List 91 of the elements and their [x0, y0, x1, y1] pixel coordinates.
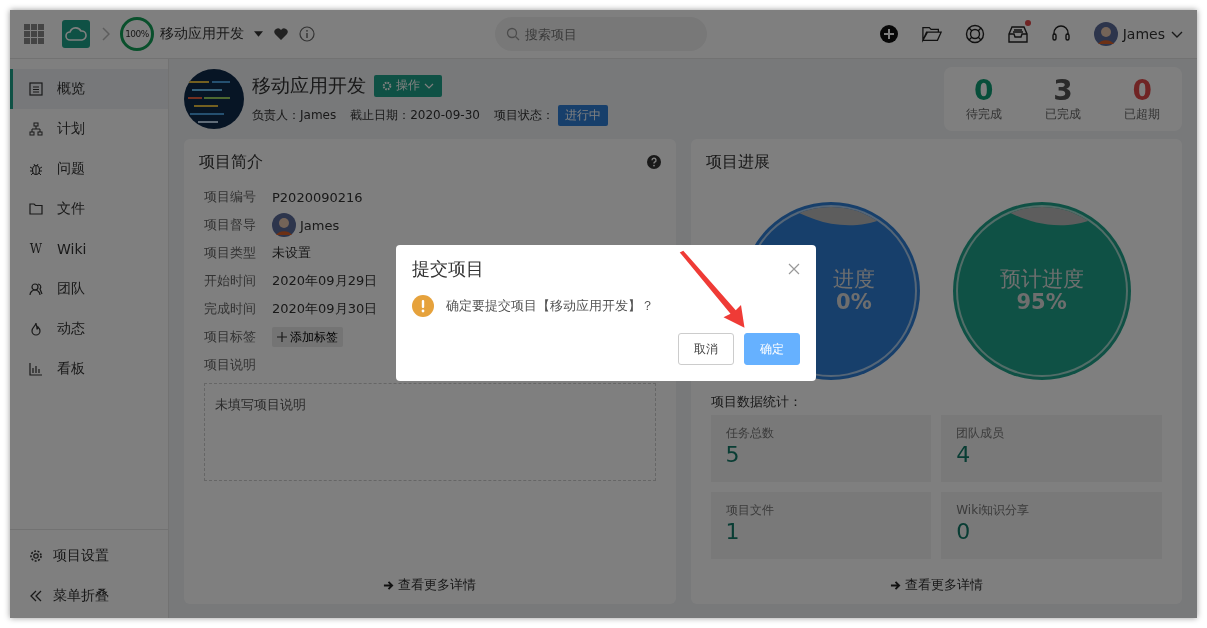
field-value: P2020090216	[272, 189, 363, 205]
counter-label: 已超期	[1124, 105, 1161, 123]
meta-text: 负责人：James	[252, 106, 337, 124]
confirm-button[interactable]: 确定	[744, 333, 800, 365]
sidebar-item[interactable]: W Wiki	[10, 229, 168, 269]
sidebar-item[interactable]: 概览	[10, 69, 168, 109]
stat-value: 4	[956, 442, 972, 467]
status-badge: 进行中	[557, 104, 608, 126]
stats-title: 项目数据统计：	[710, 393, 803, 411]
chevron-down-icon[interactable]	[1171, 30, 1183, 38]
field-value: 2020年09月30日	[272, 300, 378, 318]
project-name[interactable]: 移动应用开发	[160, 25, 244, 43]
more-details-link[interactable]: 查看更多详情	[383, 576, 477, 594]
headset-icon[interactable]	[1050, 24, 1071, 44]
search-field[interactable]: 搜索项目	[495, 17, 707, 51]
folder-icon[interactable]	[921, 24, 942, 44]
field-label: 完成时间	[204, 300, 257, 318]
inbox-icon[interactable]	[1007, 24, 1028, 44]
field-label: 项目类型	[204, 244, 257, 262]
heart-icon[interactable]	[273, 26, 289, 42]
add-icon[interactable]	[878, 24, 899, 44]
meta-text: 截止日期：2020-09-30	[350, 106, 480, 124]
counter-value: 0	[1132, 75, 1153, 106]
folder-icon	[29, 202, 43, 216]
stat-label: Wiki知识分享	[956, 502, 1031, 519]
chevron-right-icon	[102, 27, 110, 41]
stat-value: 1	[725, 519, 741, 544]
bug-icon	[29, 162, 43, 176]
add-tag-button[interactable]: 添加标签	[272, 327, 343, 347]
flame-icon	[29, 322, 43, 336]
field-label: 项目说明	[204, 356, 257, 374]
counter-value: 0	[973, 75, 994, 106]
search-icon	[506, 27, 520, 41]
dialog-message: 确定要提交项目【移动应用开发】？	[446, 297, 654, 315]
counter-label: 待完成	[965, 105, 1002, 123]
gear-icon	[382, 80, 392, 91]
stat-value: 5	[725, 442, 741, 467]
double-chevron-left-icon	[29, 589, 43, 603]
sidebar-item[interactable]: 团队	[10, 269, 168, 309]
gauge-label: 预计进度	[999, 268, 1084, 290]
card-title: 项目进展	[705, 151, 770, 173]
info-icon[interactable]	[299, 26, 315, 42]
caret-down-icon[interactable]	[254, 31, 263, 37]
warning-icon	[412, 295, 434, 317]
description-box[interactable]: 未填写项目说明	[204, 383, 656, 481]
sidebar-action[interactable]: 项目设置	[10, 536, 168, 576]
sidebar-item[interactable]: 看板	[10, 349, 168, 389]
avatar[interactable]	[1093, 22, 1118, 46]
field-value: James	[300, 217, 340, 233]
progress-ring: 100%	[120, 17, 154, 51]
avatar	[272, 213, 296, 237]
arrow-right-icon	[889, 579, 901, 591]
stat-value: 0	[956, 519, 972, 544]
apps-grid-icon[interactable]	[24, 24, 44, 44]
sidebar-item[interactable]: 问题	[10, 149, 168, 189]
bar-chart-icon	[29, 362, 43, 376]
close-icon[interactable]	[788, 263, 800, 275]
stat-label: 项目文件	[725, 502, 775, 519]
meta-label: 项目状态：	[493, 106, 554, 124]
arrow-right-icon	[383, 579, 395, 591]
list-icon	[29, 82, 43, 96]
counter-label: 已完成	[1045, 105, 1081, 123]
field-value: 未设置	[272, 244, 311, 262]
sidebar-item[interactable]: 文件	[10, 189, 168, 229]
project-title: 移动应用开发	[252, 72, 366, 98]
stat-label: 任务总数	[725, 425, 775, 442]
hierarchy-icon	[29, 122, 43, 136]
field-label: 项目标签	[204, 328, 257, 346]
settings-icon	[29, 549, 43, 563]
field-label: 项目编号	[204, 188, 257, 206]
gauge-value: 95%	[1016, 290, 1067, 314]
gauge-value: 0%	[836, 290, 872, 314]
more-details-link[interactable]: 查看更多详情	[889, 576, 983, 594]
field-label: 开始时间	[204, 272, 257, 290]
people-icon	[29, 282, 43, 296]
counter-value: 3	[1053, 75, 1073, 106]
card-title: 项目简介	[199, 151, 263, 173]
user-name[interactable]: James	[1122, 26, 1165, 42]
sidebar-item[interactable]: 动态	[10, 309, 168, 349]
cancel-button[interactable]: 取消	[678, 333, 734, 365]
help-icon[interactable]	[646, 155, 661, 169]
description-placeholder: 未填写项目说明	[215, 397, 306, 412]
lifebuoy-icon[interactable]	[964, 24, 985, 44]
action-dropdown[interactable]: 操作	[374, 74, 442, 97]
gauge-label: 进度	[832, 268, 875, 290]
plus-icon	[277, 332, 287, 342]
field-label: 项目督导	[204, 216, 257, 234]
sidebar-item[interactable]: 计划	[10, 109, 168, 149]
dialog-title: 提交项目	[412, 257, 484, 281]
field-value: 2020年09月29日	[272, 272, 378, 290]
sidebar-action[interactable]: 菜单折叠	[10, 576, 168, 616]
